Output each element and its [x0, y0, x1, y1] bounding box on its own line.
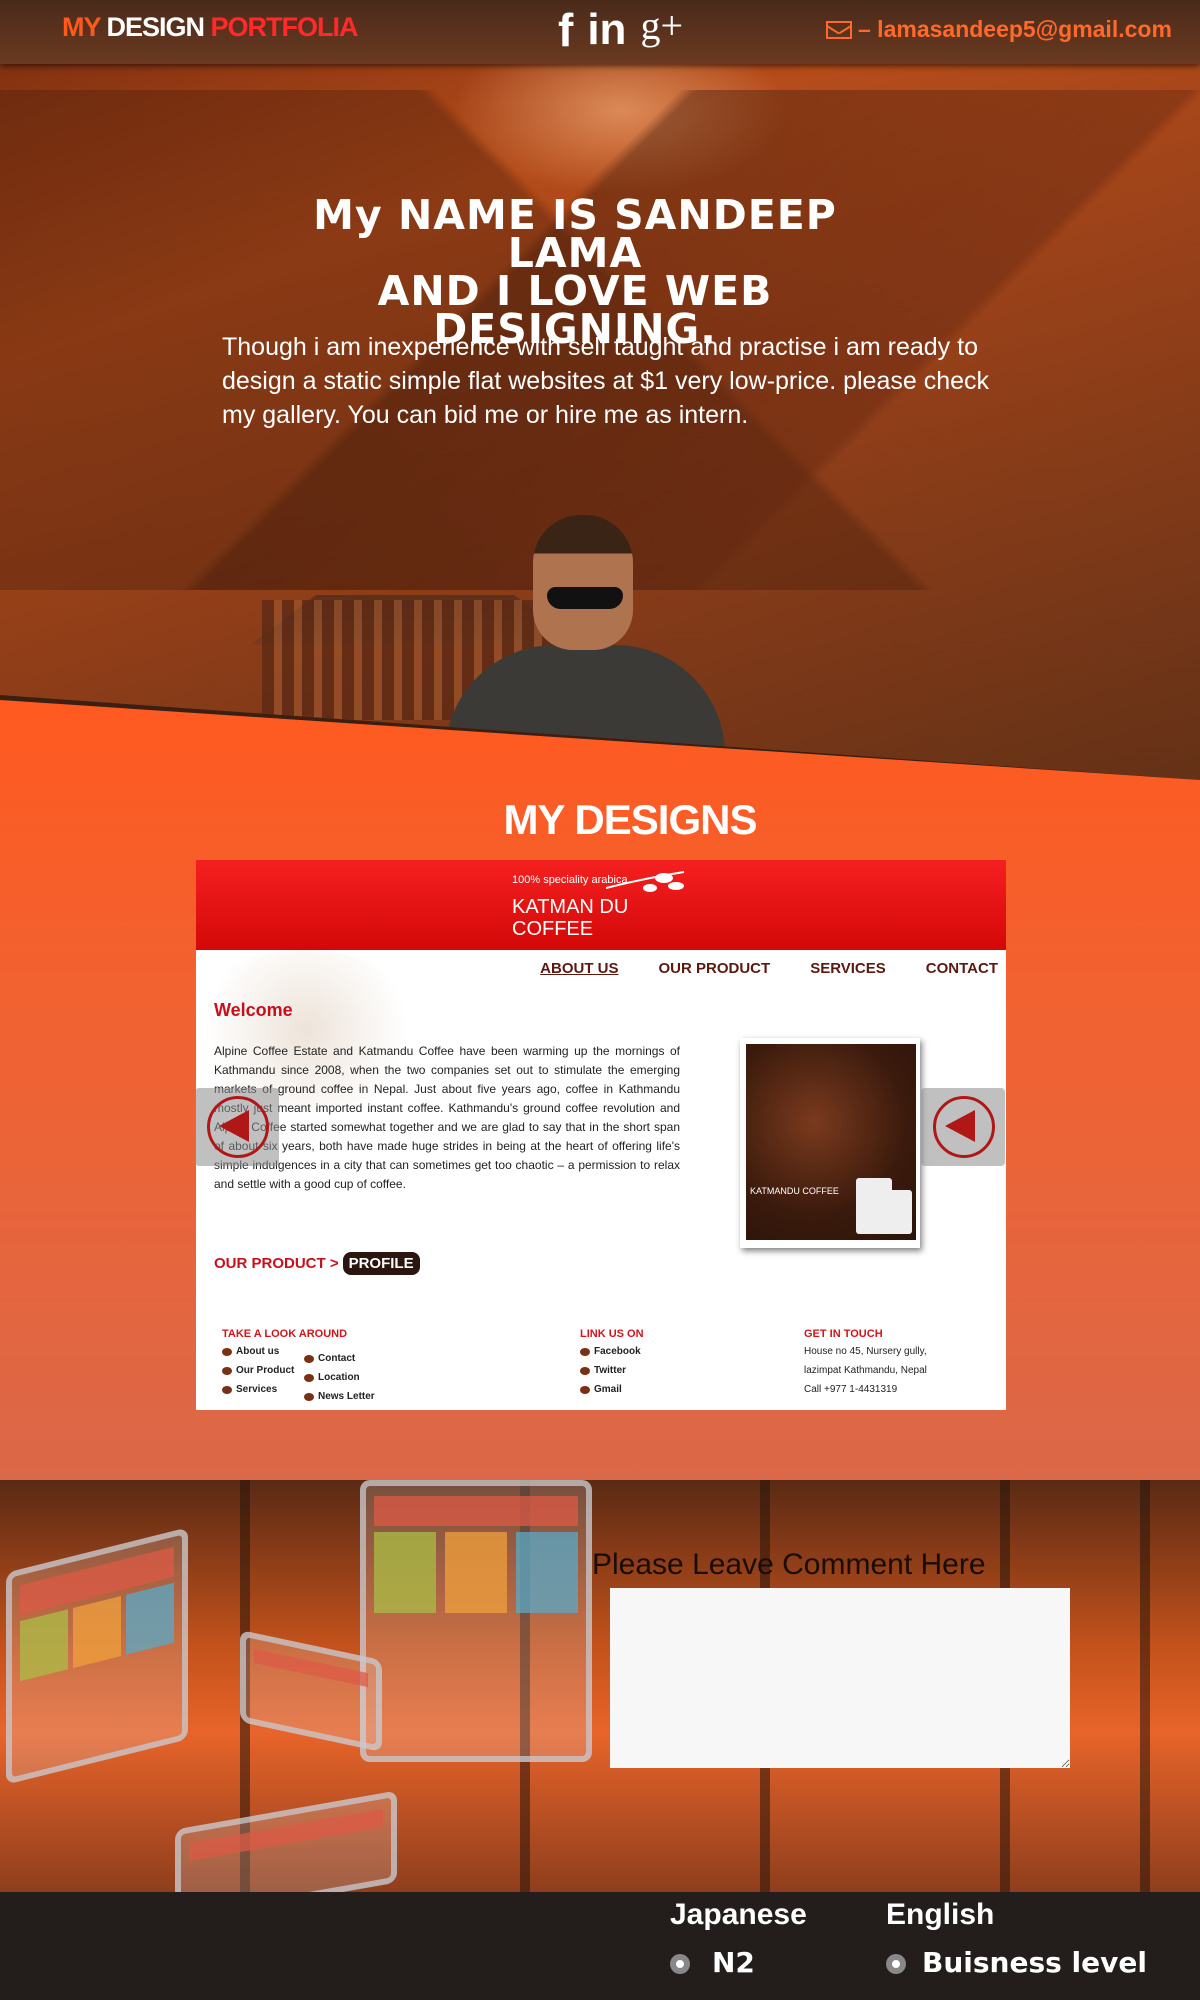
hero-headline-line1: My NAME IS SANDEEP LAMA — [313, 191, 837, 277]
language-japanese: Japanese N2 — [670, 1898, 807, 1979]
social-links: f in g+ — [558, 2, 683, 58]
coffee-photo-inner: KATMANDU COFFEE — [746, 1044, 916, 1240]
language-level: N2 — [712, 1946, 755, 1979]
envelope-icon — [826, 20, 852, 39]
profile-photo — [445, 515, 725, 775]
footer-link-gmail[interactable]: Gmail — [580, 1380, 644, 1399]
site-logo[interactable]: MY DESIGN PORTFOLIA — [62, 12, 359, 43]
arrow-left-triangle — [219, 1110, 249, 1142]
logo-part-1: MY — [62, 12, 107, 42]
footer-link-label: About us — [236, 1346, 280, 1357]
coffee-bean-icon — [304, 1354, 314, 1363]
footer-link-label: Facebook — [594, 1346, 641, 1357]
coffee-bean-icon — [304, 1373, 314, 1382]
slide-nav-services[interactable]: SERVICES — [810, 960, 886, 977]
footer-address-line: House no 45, Nursery gully, — [804, 1346, 927, 1357]
coffee-bean-icon — [580, 1366, 590, 1375]
our-product-link[interactable]: OUR PRODUCT > PROFILE — [214, 1252, 420, 1275]
coffee-bean-icon — [304, 1392, 314, 1401]
slide-nav-about[interactable]: ABOUT US — [540, 960, 618, 977]
devices-illustration — [0, 1480, 600, 1922]
logo-part-2: DESIGN — [106, 12, 211, 42]
comment-textarea[interactable] — [610, 1588, 1070, 1768]
profile-button[interactable]: PROFILE — [342, 1252, 420, 1275]
footer-link-location[interactable]: Location — [304, 1368, 375, 1387]
hero-intro: Though i am inexperience with self taugh… — [222, 333, 990, 429]
person-head — [533, 515, 633, 650]
comment-label: Please Leave Comment Here — [592, 1548, 986, 1581]
footer-link-label: Location — [318, 1372, 360, 1383]
brand-line-1: KATMAN DU — [512, 896, 629, 918]
footer-link-label: Gmail — [594, 1384, 622, 1395]
footer-col-title: LINK US ON — [580, 1328, 644, 1340]
language-name: Japanese — [670, 1898, 807, 1931]
hero-section: My NAME IS SANDEEP LAMA AND I LOVE WEB D… — [0, 0, 1200, 780]
coffee-bean-icon — [580, 1385, 590, 1394]
slider-prev-button[interactable] — [195, 1088, 279, 1166]
footer-get-in-touch: GET IN TOUCH House no 45, Nursery gully,… — [804, 1328, 927, 1399]
footer-link-facebook[interactable]: Facebook — [580, 1342, 644, 1361]
language-name: English — [886, 1898, 995, 1931]
our-product-label: OUR PRODUCT > — [214, 1255, 339, 1272]
footer-address-line: lazimpat Kathmandu, Nepal — [804, 1365, 927, 1376]
footer-link-twitter[interactable]: Twitter — [580, 1361, 644, 1380]
google-plus-icon[interactable]: g+ — [640, 2, 683, 58]
hero-headline: My NAME IS SANDEEP LAMA AND I LOVE WEB D… — [250, 195, 900, 350]
languages-bar: Japanese N2 English Buisness level — [0, 1892, 1200, 2000]
slide-nav-contact[interactable]: CONTACT — [926, 960, 998, 977]
slide-brand: KATMAN DU COFFEE — [512, 896, 628, 940]
language-level: Buisness level — [922, 1946, 1147, 1979]
footer-link-contact[interactable]: Contact — [304, 1349, 375, 1368]
slide-body-text: Alpine Coffee Estate and Katmandu Coffee… — [214, 1044, 680, 1191]
footer-take-a-look-2: Contact Location News Letter — [304, 1349, 375, 1406]
top-navigation-bar: MY DESIGN PORTFOLIA f in g+ – lamasandee… — [0, 0, 1200, 64]
slide-nav-product[interactable]: OUR PRODUCT — [659, 960, 771, 977]
photo-caption: KATMANDU COFFEE — [750, 1186, 839, 1196]
coffee-bean-icon — [222, 1385, 232, 1394]
email-link[interactable]: – lamasandeep5@gmail.com — [826, 16, 1172, 43]
footer-col-title: TAKE A LOOK AROUND — [222, 1328, 348, 1340]
slide-nav: ABOUT US OUR PRODUCT SERVICES CONTACT — [540, 960, 998, 977]
footer-link-label: Services — [236, 1384, 278, 1395]
slider-next-button[interactable] — [921, 1088, 1005, 1166]
slide-header: 100% speciality arabica KATMAN DU COFFEE — [196, 860, 1006, 950]
radio-icon[interactable] — [670, 1954, 690, 1974]
footer-link-label: Twitter — [594, 1365, 627, 1376]
footer-phone: Call +977 1-4431319 — [804, 1384, 898, 1395]
slide-welcome-heading: Welcome — [214, 1000, 293, 1020]
footer-link-us-on: LINK US ON Facebook Twitter Gmail — [580, 1328, 644, 1399]
facebook-icon[interactable]: f — [558, 2, 573, 58]
footer-col-title: GET IN TOUCH — [804, 1328, 883, 1340]
monitor-illustration — [360, 1480, 592, 1762]
footer-link-label: News Letter — [318, 1391, 375, 1402]
coffee-pack — [876, 1190, 912, 1234]
arrow-left-triangle — [945, 1110, 975, 1142]
designs-title: MY DESIGNS — [503, 796, 758, 843]
brand-line-2: COFFEE — [512, 918, 594, 940]
window-frame — [1140, 1480, 1150, 1900]
radio-icon[interactable] — [886, 1954, 906, 1974]
coffee-product-photo: KATMANDU COFFEE — [740, 1038, 920, 1248]
footer-link-label: Our Product — [236, 1365, 295, 1376]
footer-link-newsletter[interactable]: News Letter — [304, 1387, 375, 1406]
language-english: English Buisness level — [886, 1898, 1147, 1979]
design-slide: 100% speciality arabica KATMAN DU COFFEE… — [196, 860, 1006, 1410]
coffee-bean-icon — [222, 1347, 232, 1356]
coffee-bean-icon — [580, 1347, 590, 1356]
laptop-illustration — [6, 1527, 188, 1785]
sunglasses — [547, 587, 623, 609]
footer-link-label: Contact — [318, 1353, 356, 1364]
coffee-bean-icon — [222, 1366, 232, 1375]
logo-part-3: PORTFOLIA — [210, 12, 359, 42]
linkedin-icon[interactable]: in — [587, 2, 626, 58]
email-text: – lamasandeep5@gmail.com — [858, 16, 1172, 42]
